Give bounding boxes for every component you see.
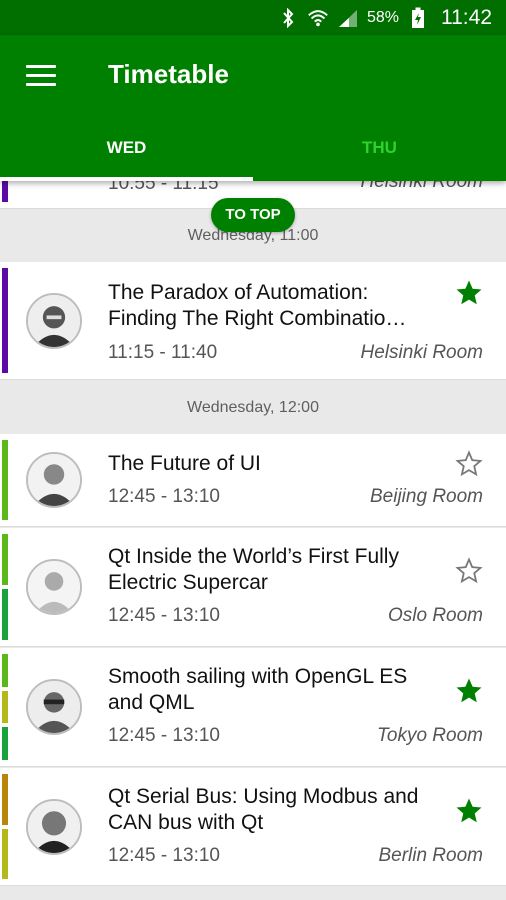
track-color-bars — [2, 440, 8, 520]
talk-time: 12:45 - 13:10 — [108, 486, 220, 507]
battery-percentage: 58% — [366, 8, 399, 26]
talk-row[interactable]: Smooth sailing with OpenGL ES and QML 12… — [0, 648, 506, 767]
talk-room: Beijing Room — [370, 486, 483, 507]
talk-room: Berlin Room — [378, 845, 483, 866]
status-bar: 58% 11:42 — [0, 0, 506, 35]
talk-title: Qt Inside the World’s First Fully Electr… — [108, 545, 399, 594]
talk-room: Oslo Room — [387, 605, 483, 626]
speaker-avatar — [26, 679, 82, 735]
speaker-avatar — [26, 559, 82, 615]
menu-icon[interactable] — [26, 65, 56, 87]
wifi-icon — [307, 7, 329, 29]
tab-indicator — [0, 177, 253, 181]
track-color-bars — [2, 534, 8, 640]
star-filled-icon[interactable] — [454, 676, 484, 706]
talk-title: The Future of UI — [108, 452, 261, 475]
to-top-button[interactable]: TO TOP — [211, 198, 295, 232]
section-header: Wednesday, 12:00 — [187, 399, 319, 416]
talk-time: 12:45 - 13:10 — [108, 605, 220, 626]
app-bar: Timetable WED THU — [0, 35, 506, 181]
star-outline-icon[interactable] — [454, 449, 484, 479]
speaker-avatar — [26, 452, 82, 508]
talk-time: 12:45 - 13:10 — [108, 725, 220, 746]
track-color-bars — [2, 181, 8, 202]
page-title: Timetable — [108, 59, 229, 89]
timetable-list: 10:55 - 11:15 Helsinki Room Wednesday, 1… — [0, 181, 506, 900]
day-tabs: WED THU — [0, 131, 506, 181]
star-filled-icon[interactable] — [454, 278, 484, 308]
bluetooth-icon — [277, 7, 299, 29]
track-color-bars — [2, 268, 8, 373]
speaker-avatar — [26, 799, 82, 855]
star-filled-icon[interactable] — [454, 796, 484, 826]
tab-thu[interactable]: THU — [253, 131, 506, 181]
talk-title: Smooth sailing with OpenGL ES and QML — [108, 665, 408, 714]
track-color-bars — [2, 774, 8, 879]
talk-room: Helsinki Room — [360, 342, 483, 363]
clock: 11:42 — [441, 5, 492, 29]
cell-signal-icon — [337, 7, 359, 29]
track-color-bars — [2, 654, 8, 761]
talk-title: The Paradox of Automation: Finding The R… — [108, 281, 407, 330]
talk-row[interactable]: Qt Inside the World’s First Fully Electr… — [0, 528, 506, 647]
speaker-avatar — [26, 293, 82, 349]
talk-room: Helsinki Room — [360, 181, 483, 192]
talk-title: Qt Serial Bus: Using Modbus and CAN bus … — [108, 785, 419, 834]
talk-room: Tokyo Room — [377, 725, 483, 746]
talk-row[interactable]: The Future of UI 12:45 - 13:10 Beijing R… — [0, 434, 506, 527]
talk-row[interactable]: The Paradox of Automation: Finding The R… — [0, 262, 506, 380]
battery-charging-icon — [407, 7, 429, 29]
talk-time: 10:55 - 11:15 — [108, 181, 219, 194]
star-outline-icon[interactable] — [454, 556, 484, 586]
talk-time: 11:15 - 11:40 — [108, 342, 218, 363]
talk-time: 12:45 - 13:10 — [108, 845, 220, 866]
tab-wed[interactable]: WED — [0, 131, 253, 181]
talk-row[interactable]: Qt Serial Bus: Using Modbus and CAN bus … — [0, 768, 506, 886]
